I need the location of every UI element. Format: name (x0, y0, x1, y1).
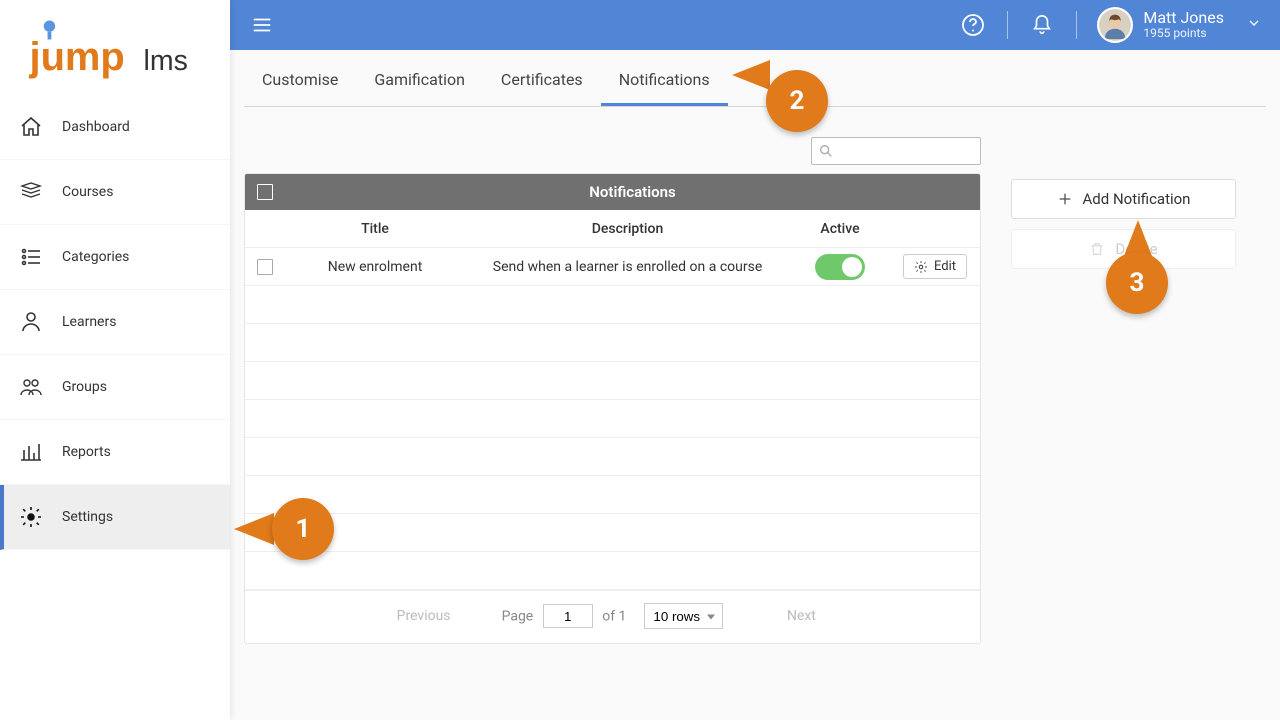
edit-button[interactable]: Edit (903, 254, 967, 279)
help-icon[interactable] (959, 13, 987, 37)
search-icon (818, 143, 834, 159)
sidebar-item-dashboard[interactable]: Dashboard (0, 95, 230, 160)
tab-certificates[interactable]: Certificates (483, 54, 601, 106)
add-notification-button[interactable]: Add Notification (1011, 179, 1236, 219)
sidebar-item-label: Learners (62, 314, 116, 330)
learner-icon (18, 309, 44, 335)
sidebar-item-groups[interactable]: Groups (0, 355, 230, 420)
active-toggle[interactable] (815, 254, 865, 280)
table-row (245, 514, 980, 552)
sidebar: jump lms Dashboard Courses Categories Le… (0, 0, 230, 720)
pager: Previous Page of 1 10 rows Next (245, 590, 980, 643)
sidebar-item-categories[interactable]: Categories (0, 225, 230, 290)
menu-toggle-icon[interactable] (248, 14, 276, 36)
table-row (245, 552, 980, 590)
bell-icon[interactable] (1028, 14, 1056, 36)
tab-notifications[interactable]: Notifications (601, 54, 728, 106)
settings-icon (18, 504, 44, 530)
sidebar-item-label: Groups (62, 379, 107, 395)
svg-text:lms: lms (144, 44, 188, 76)
notifications-table-wrap: Notifications Title Description Active N… (244, 137, 981, 644)
user-menu[interactable]: Matt Jones 1955 points (1097, 7, 1262, 43)
gear-icon (914, 260, 928, 274)
chevron-down-icon (1246, 15, 1262, 35)
reports-icon (18, 439, 44, 465)
table-row (245, 324, 980, 362)
table-row (245, 362, 980, 400)
svg-text:jump: jump (29, 34, 125, 78)
table-row (245, 400, 980, 438)
table-column-headers: Title Description Active (245, 210, 980, 248)
pager-page-label: Page (502, 609, 534, 625)
sidebar-item-courses[interactable]: Courses (0, 160, 230, 225)
pager-page-total: of 1 (602, 609, 626, 625)
table-row (245, 438, 980, 476)
select-all-checkbox[interactable] (257, 184, 273, 200)
sidebar-item-reports[interactable]: Reports (0, 420, 230, 485)
trash-icon (1089, 241, 1105, 257)
pager-next[interactable]: Next (741, 608, 861, 624)
brand-logo: jump lms (0, 0, 230, 95)
notifications-table: Notifications Title Description Active N… (244, 173, 981, 644)
tab-gamification[interactable]: Gamification (356, 54, 483, 106)
table-row: New enrolment Send when a learner is enr… (245, 248, 980, 286)
sidebar-item-learners[interactable]: Learners (0, 290, 230, 355)
user-name: Matt Jones (1143, 9, 1224, 27)
col-title: Title (285, 221, 465, 237)
user-points: 1955 points (1143, 27, 1224, 41)
sidebar-item-settings[interactable]: Settings (0, 485, 230, 550)
groups-icon (18, 374, 44, 400)
topbar: Matt Jones 1955 points (230, 0, 1280, 50)
row-title: New enrolment (285, 259, 465, 275)
col-active: Active (790, 221, 890, 237)
sidebar-item-label: Reports (62, 444, 111, 460)
col-description: Description (465, 221, 790, 237)
table-row (245, 286, 980, 324)
table-row (245, 476, 980, 514)
sidebar-item-label: Settings (62, 509, 113, 525)
sidebar-item-label: Courses (62, 184, 113, 200)
table-title: Notifications (285, 183, 980, 201)
table-header: Notifications (245, 174, 980, 210)
pager-previous[interactable]: Previous (364, 608, 484, 624)
pager-rows-select[interactable]: 10 rows (644, 603, 723, 629)
sidebar-item-label: Categories (62, 249, 129, 265)
pager-page-input[interactable] (543, 604, 593, 628)
sidebar-item-label: Dashboard (62, 119, 130, 135)
content: Customise Gamification Certificates Noti… (230, 50, 1280, 720)
home-icon (18, 114, 44, 140)
plus-icon (1057, 191, 1073, 207)
search-input[interactable] (811, 137, 981, 165)
courses-icon (18, 179, 44, 205)
row-description: Send when a learner is enrolled on a cou… (465, 259, 790, 275)
avatar (1097, 7, 1133, 43)
categories-icon (18, 244, 44, 270)
tab-customise[interactable]: Customise (244, 54, 356, 106)
row-checkbox[interactable] (257, 259, 273, 275)
